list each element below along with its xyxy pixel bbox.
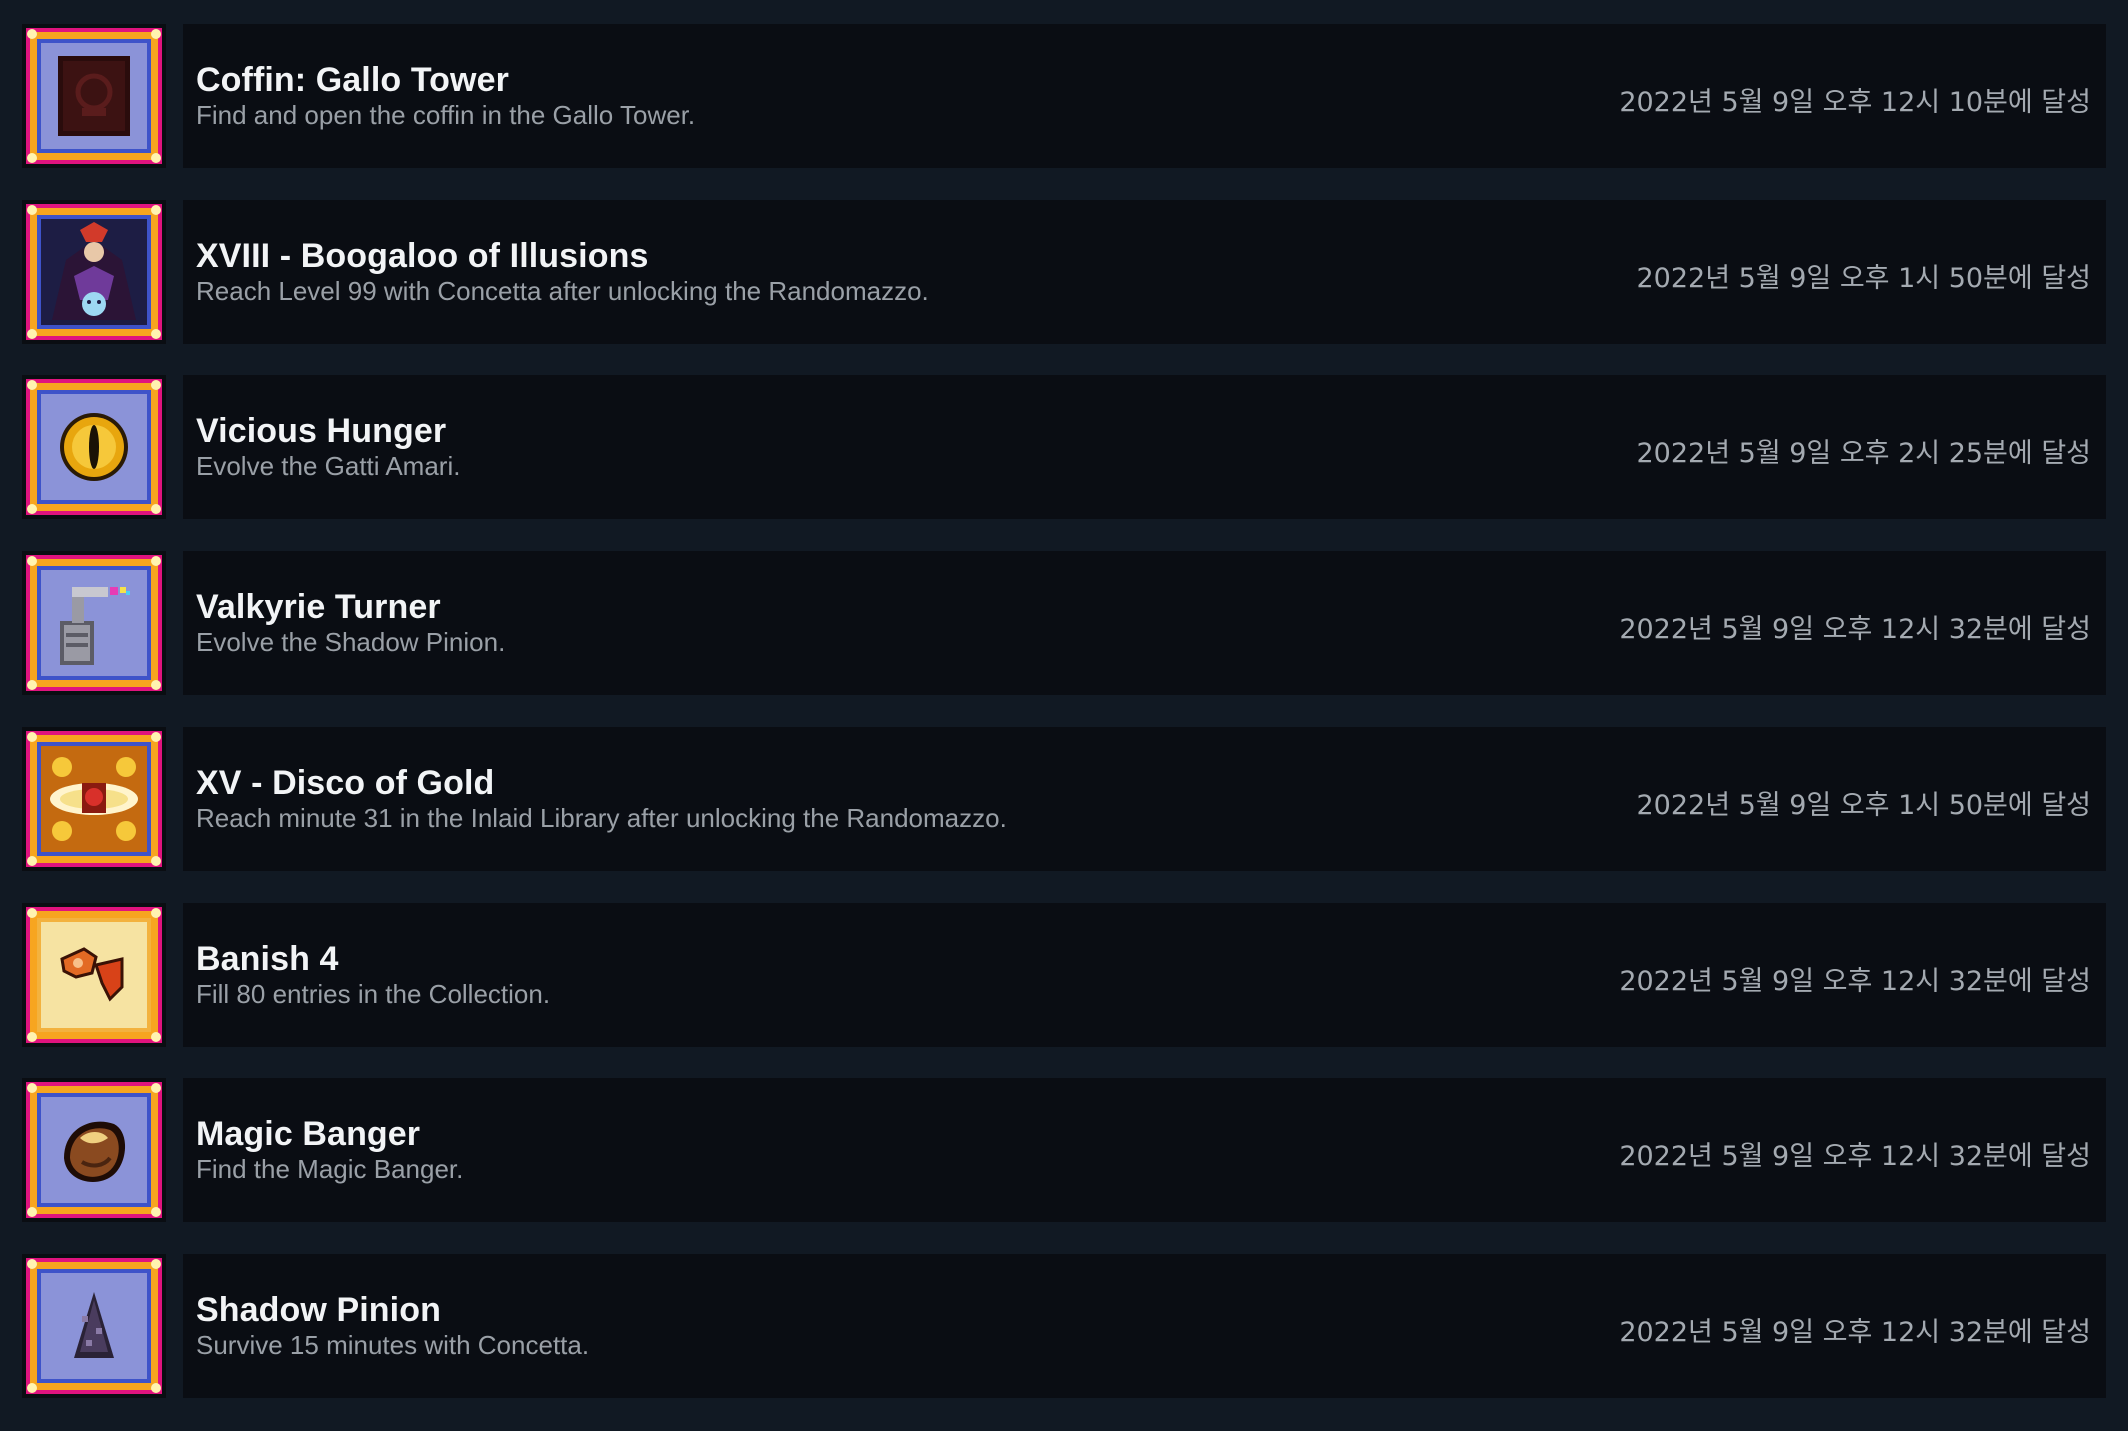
unlock-date: 2022년 5월 9일 오후 12시 32분에 달성 xyxy=(1619,966,2091,997)
achievement-row[interactable]: Vicious Hunger Evolve the Gatti Amari. 2… xyxy=(22,375,2106,519)
achievement-title: XVIII - Boogaloo of Illusions xyxy=(196,237,649,275)
achievement-description: Evolve the Gatti Amari. xyxy=(196,451,461,481)
golden-eye-icon xyxy=(22,375,166,519)
achievement-title: Coffin: Gallo Tower xyxy=(196,61,509,99)
achievement-card: XV - Disco of Gold Reach minute 31 in th… xyxy=(183,727,2106,871)
achievement-card: Magic Banger Find the Magic Banger. 2022… xyxy=(183,1078,2106,1222)
unlock-date: 2022년 5월 9일 오후 1시 50분에 달성 xyxy=(1636,790,2092,821)
unlock-date: 2022년 5월 9일 오후 12시 10분에 달성 xyxy=(1619,87,2091,118)
achievement-description: Find the Magic Banger. xyxy=(196,1154,464,1184)
achievement-row[interactable]: Coffin: Gallo Tower Find and open the co… xyxy=(22,24,2106,168)
achievement-description: Evolve the Shadow Pinion. xyxy=(196,627,506,657)
shadow-pinion-icon xyxy=(22,1254,166,1398)
achievement-description: Survive 15 minutes with Concetta. xyxy=(196,1330,590,1360)
achievement-description: Reach minute 31 in the Inlaid Library af… xyxy=(196,803,1007,833)
unlock-date: 2022년 5월 9일 오후 1시 50분에 달성 xyxy=(1636,263,2092,294)
unlock-date: 2022년 5월 9일 오후 2시 25분에 달성 xyxy=(1636,438,2092,469)
achievement-title: Banish 4 xyxy=(196,940,339,978)
achievement-title: Shadow Pinion xyxy=(196,1291,441,1329)
achievement-description: Reach Level 99 with Concetta after unloc… xyxy=(196,276,929,306)
achievement-list: Coffin: Gallo Tower Find and open the co… xyxy=(0,0,2128,1431)
unlock-date: 2022년 5월 9일 오후 12시 32분에 달성 xyxy=(1619,614,2091,645)
disco-of-gold-icon xyxy=(22,727,166,871)
achievement-row[interactable]: Shadow Pinion Survive 15 minutes with Co… xyxy=(22,1254,2106,1398)
achievement-title: Vicious Hunger xyxy=(196,412,447,450)
achievement-row[interactable]: XVIII - Boogaloo of Illusions Reach Leve… xyxy=(22,200,2106,344)
unlock-date: 2022년 5월 9일 오후 12시 32분에 달성 xyxy=(1619,1317,2091,1348)
valkyrie-turner-icon xyxy=(22,551,166,695)
achievement-card: Shadow Pinion Survive 15 minutes with Co… xyxy=(183,1254,2106,1398)
achievement-description: Find and open the coffin in the Gallo To… xyxy=(196,100,696,130)
achievement-title: Valkyrie Turner xyxy=(196,588,441,626)
boogaloo-character-icon xyxy=(22,200,166,344)
achievement-card: XVIII - Boogaloo of Illusions Reach Leve… xyxy=(183,200,2106,344)
achievement-row[interactable]: Valkyrie Turner Evolve the Shadow Pinion… xyxy=(22,551,2106,695)
achievement-description: Fill 80 entries in the Collection. xyxy=(196,979,551,1009)
unlock-date: 2022년 5월 9일 오후 12시 32분에 달성 xyxy=(1619,1141,2091,1172)
achievement-row[interactable]: XV - Disco of Gold Reach minute 31 in th… xyxy=(22,727,2106,871)
achievement-row[interactable]: Magic Banger Find the Magic Banger. 2022… xyxy=(22,1078,2106,1222)
achievement-row[interactable]: Banish 4 Fill 80 entries in the Collecti… xyxy=(22,903,2106,1047)
achievement-title: XV - Disco of Gold xyxy=(196,764,495,802)
achievement-card: Coffin: Gallo Tower Find and open the co… xyxy=(183,24,2106,168)
achievement-card: Vicious Hunger Evolve the Gatti Amari. 2… xyxy=(183,375,2106,519)
achievement-card: Banish 4 Fill 80 entries in the Collecti… xyxy=(183,903,2106,1047)
banish-hand-icon xyxy=(22,903,166,1047)
coffin-icon xyxy=(22,24,166,168)
achievement-card: Valkyrie Turner Evolve the Shadow Pinion… xyxy=(183,551,2106,695)
achievement-title: Magic Banger xyxy=(196,1115,421,1153)
magic-banger-icon xyxy=(22,1078,166,1222)
